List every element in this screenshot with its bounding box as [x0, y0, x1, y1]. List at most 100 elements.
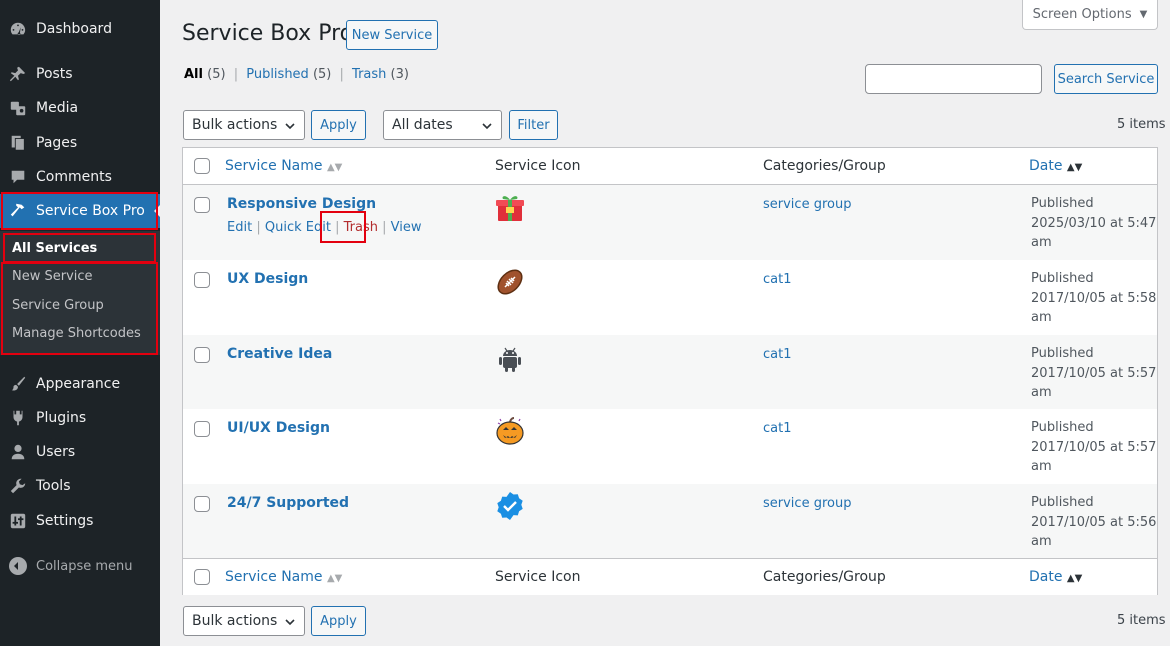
- menu-label: Service Box Pro: [36, 203, 145, 219]
- submenu-all-services[interactable]: All Services: [12, 241, 97, 256]
- row-checkbox[interactable]: [194, 272, 210, 288]
- wrench-icon: [0, 477, 36, 495]
- menu-plugins[interactable]: Plugins: [0, 401, 160, 435]
- submenu-manage-shortcodes[interactable]: Manage Shortcodes: [12, 326, 141, 341]
- football-icon: [497, 269, 523, 295]
- row-status: Published: [1031, 346, 1094, 361]
- action-sep: |: [335, 220, 340, 235]
- menu-settings[interactable]: Settings: [0, 504, 160, 538]
- menu-label: Users: [36, 444, 76, 460]
- hammer-icon: [0, 202, 36, 220]
- new-service-button[interactable]: New Service: [346, 20, 438, 50]
- col-service-icon: Service Icon: [495, 158, 581, 174]
- filter-button[interactable]: Filter: [509, 110, 558, 140]
- menu-appearance[interactable]: Appearance: [0, 367, 160, 401]
- apply-button-bottom[interactable]: Apply: [311, 606, 366, 636]
- row-date-value: 2017/10/05 at 5:57: [1031, 365, 1157, 381]
- row-category[interactable]: cat1: [763, 272, 791, 287]
- items-count: 5 items: [1117, 117, 1166, 132]
- row-status: Published: [1031, 495, 1094, 510]
- menu-posts[interactable]: Posts: [0, 57, 160, 91]
- row-category[interactable]: cat1: [763, 347, 791, 362]
- row-checkbox[interactable]: [194, 421, 210, 437]
- search-service-button[interactable]: Search Service: [1054, 64, 1158, 94]
- collapse-menu-button[interactable]: Collapse menu: [0, 555, 160, 577]
- sort-icon: ▲▼: [1066, 573, 1083, 584]
- row-date-value: 2017/10/05 at 5:56: [1031, 514, 1157, 530]
- menu-dashboard[interactable]: Dashboard: [0, 12, 160, 46]
- row-date-ampm: am: [1031, 310, 1052, 325]
- submenu-new-service[interactable]: New Service: [12, 269, 93, 284]
- collapse-label: Collapse menu: [36, 558, 133, 574]
- menu-service-box-pro[interactable]: Service Box Pro: [0, 194, 160, 228]
- row-date-ampm: am: [1031, 534, 1052, 549]
- filter-sep: |: [339, 67, 344, 82]
- row-status: Published: [1031, 271, 1094, 286]
- row-title[interactable]: Responsive Design: [227, 196, 376, 212]
- row-status: Published: [1031, 196, 1094, 211]
- col-categories: Categories/Group: [763, 569, 886, 585]
- menu-users[interactable]: Users: [0, 435, 160, 469]
- col-date[interactable]: Date ▲▼: [1029, 158, 1082, 174]
- screen-options-label: Screen Options: [1032, 7, 1132, 22]
- quick-edit-link[interactable]: Quick Edit: [265, 220, 331, 235]
- paintbrush-icon: [0, 375, 36, 393]
- row-checkbox[interactable]: [194, 496, 210, 512]
- menu-label: Plugins: [36, 410, 87, 426]
- row-date: Published 2017/10/05 at 5:57 am: [1031, 344, 1157, 403]
- menu-tools[interactable]: Tools: [0, 469, 160, 503]
- row-title[interactable]: 24/7 Supported: [227, 495, 349, 511]
- row-date: Published 2025/03/10 at 5:47 am: [1031, 194, 1157, 253]
- row-title[interactable]: UI/UX Design: [227, 420, 330, 436]
- row-date-ampm: am: [1031, 385, 1052, 400]
- filter-all[interactable]: All: [184, 67, 203, 82]
- row-date-value: 2017/10/05 at 5:58: [1031, 290, 1157, 306]
- menu-pages[interactable]: Pages: [0, 126, 160, 160]
- row-category[interactable]: service group: [763, 197, 851, 212]
- col-label: Service Name: [225, 569, 323, 585]
- screen-options-button[interactable]: Screen Options ▼: [1022, 0, 1158, 30]
- comment-icon: [0, 168, 36, 186]
- row-title[interactable]: Creative Idea: [227, 346, 332, 362]
- row-date: Published 2017/10/05 at 5:57 am: [1031, 418, 1157, 477]
- pumpkin-icon: [496, 417, 524, 445]
- apply-button[interactable]: Apply: [311, 110, 366, 140]
- plugin-icon: [0, 409, 36, 427]
- action-sep: |: [382, 220, 387, 235]
- row-category[interactable]: cat1: [763, 421, 791, 436]
- menu-comments[interactable]: Comments: [0, 160, 160, 194]
- submenu-service-group[interactable]: Service Group: [12, 298, 104, 313]
- gift-icon: [496, 196, 524, 221]
- menu-media[interactable]: Media: [0, 91, 160, 125]
- search-input[interactable]: [865, 64, 1042, 94]
- verified-badge-icon: [497, 492, 523, 520]
- bulk-actions-select[interactable]: Bulk actions: [183, 110, 305, 140]
- bulk-actions-select-bottom[interactable]: Bulk actions: [183, 606, 305, 636]
- edit-link[interactable]: Edit: [227, 220, 252, 235]
- col-service-name[interactable]: Service Name ▲▼: [225, 569, 342, 585]
- row-date-ampm: am: [1031, 235, 1052, 250]
- col-date[interactable]: Date ▲▼: [1029, 569, 1082, 585]
- row-date-ampm: am: [1031, 459, 1052, 474]
- row-category[interactable]: service group: [763, 496, 851, 511]
- row-checkbox[interactable]: [194, 197, 210, 213]
- table-row: Responsive Design Edit | Quick Edit | Tr…: [183, 185, 1157, 260]
- page-title: Service Box Pro: [182, 21, 354, 46]
- view-link[interactable]: View: [391, 220, 422, 235]
- service-box-submenu: All Services New Service Service Group M…: [0, 231, 160, 355]
- menu-label: Media: [36, 100, 79, 116]
- col-label: Date: [1029, 158, 1063, 174]
- select-all-checkbox[interactable]: [194, 158, 210, 174]
- select-all-checkbox[interactable]: [194, 569, 210, 585]
- action-sep: |: [256, 220, 261, 235]
- col-service-name[interactable]: Service Name ▲▼: [225, 158, 342, 174]
- dates-select[interactable]: All dates: [383, 110, 502, 140]
- filter-trash[interactable]: Trash: [352, 67, 386, 82]
- table-row: Creative Idea cat1 Published 2017/10/05 …: [183, 335, 1157, 409]
- trash-link[interactable]: Trash: [344, 220, 378, 235]
- filter-published[interactable]: Published: [246, 67, 309, 82]
- row-title[interactable]: UX Design: [227, 271, 308, 287]
- col-label: Date: [1029, 569, 1063, 585]
- users-icon: [0, 443, 36, 461]
- row-checkbox[interactable]: [194, 347, 210, 363]
